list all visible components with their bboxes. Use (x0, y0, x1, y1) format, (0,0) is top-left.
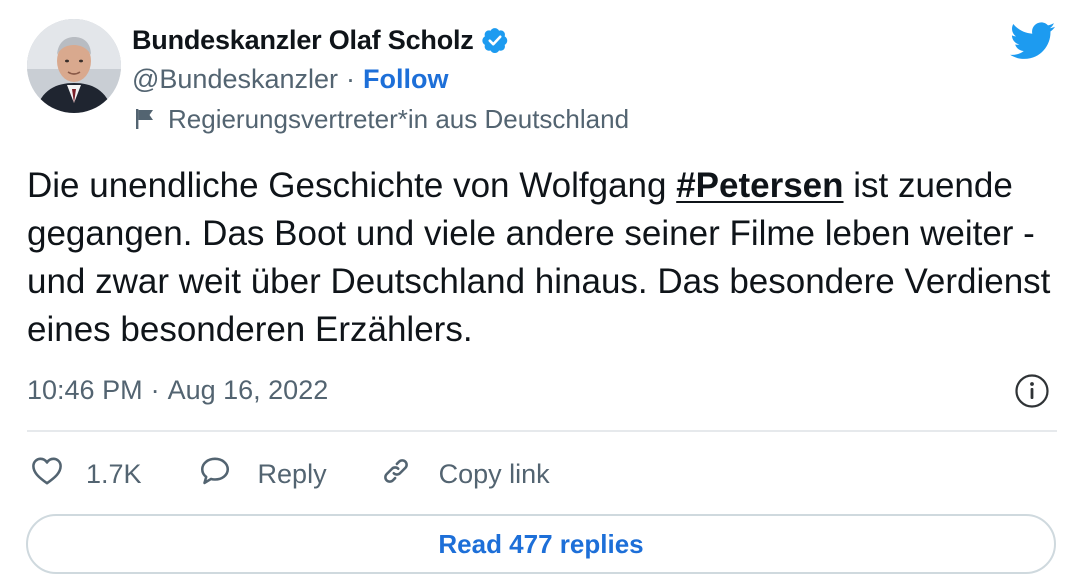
verified-badge-icon (481, 26, 509, 54)
link-icon (379, 454, 413, 495)
copy-link-label: Copy link (438, 458, 550, 489)
author-name-row: Bundeskanzler Olaf Scholz (132, 22, 509, 58)
tweet-text: Die unendliche Geschichte von Wolfgang #… (27, 162, 1067, 354)
action-bar: 1.7K Reply Copy link (30, 452, 550, 496)
like-count: 1.7K (86, 458, 142, 489)
tweet-embed-card: Bundeskanzler Olaf Scholz @Bundeskanzler… (0, 0, 1086, 588)
tweet-text-before: Die unendliche Geschichte von Wolfgang (27, 166, 677, 205)
avatar[interactable] (27, 19, 121, 113)
reply-label: Reply (257, 458, 327, 489)
tweet-time: 10:46 PM (27, 374, 143, 405)
twitter-bird-icon[interactable] (1010, 22, 1056, 62)
copy-link-button[interactable]: Copy link (379, 454, 550, 495)
author-name[interactable]: Bundeskanzler Olaf Scholz (132, 25, 474, 56)
separator-dot: · (346, 63, 356, 94)
read-replies-button[interactable]: Read 477 replies (26, 514, 1056, 574)
author-handle[interactable]: @Bundeskanzler (132, 64, 338, 95)
speech-bubble-icon (198, 454, 232, 495)
flag-icon (134, 107, 156, 131)
read-replies-label: Read 477 replies (438, 528, 644, 559)
like-button[interactable]: 1.7K (30, 454, 142, 495)
tweet-date: Aug 16, 2022 (167, 374, 329, 405)
government-label[interactable]: Regierungsvertreter*in aus Deutschland (134, 102, 629, 136)
heart-icon (30, 454, 64, 495)
info-icon[interactable] (1014, 373, 1050, 409)
tweet-timestamp[interactable]: 10:46 PM · Aug 16, 2022 (27, 372, 328, 408)
government-label-text: Regierungsvertreter*in aus Deutschland (168, 103, 630, 134)
reply-button[interactable]: Reply (198, 454, 327, 495)
separator-dot: · (150, 374, 160, 405)
hashtag-link[interactable]: #Petersen (676, 166, 843, 205)
follow-button[interactable]: Follow (363, 64, 448, 95)
author-handle-row: @Bundeskanzler · Follow (132, 62, 449, 96)
divider (27, 430, 1057, 432)
